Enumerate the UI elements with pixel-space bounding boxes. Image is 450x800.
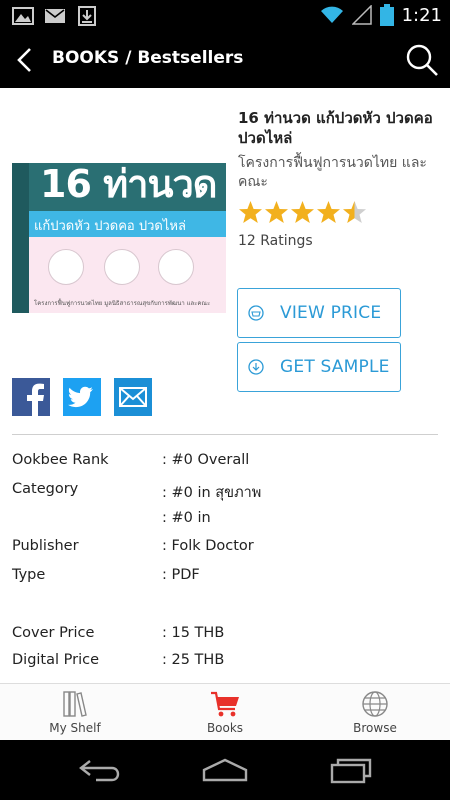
info-row-category-2: : #0 in <box>12 510 432 536</box>
info-row-digital-price: Digital Price : 25 THB <box>12 652 432 678</box>
ratings-count: 12 Ratings <box>238 233 313 249</box>
cover-side-strip <box>12 163 29 313</box>
globe-icon <box>362 691 388 717</box>
digital-price-value: : 25 THB <box>162 652 225 668</box>
share-row <box>12 378 152 416</box>
info-row-type: Type : PDF <box>12 567 432 593</box>
battery-icon <box>379 4 394 26</box>
cover-illustration-2 <box>104 249 140 285</box>
tab-browse[interactable]: Browse <box>300 684 450 741</box>
type-label: Type <box>12 567 46 583</box>
info-row-publisher: Publisher : Folk Doctor <box>12 538 432 564</box>
download-circle-icon <box>248 359 264 375</box>
home-nav-icon[interactable] <box>200 756 250 784</box>
get-sample-button[interactable]: GET SAMPLE <box>237 342 401 392</box>
recents-nav-icon[interactable] <box>326 756 376 784</box>
star-icon <box>291 201 314 223</box>
system-navigation-bar <box>0 740 450 800</box>
view-price-button[interactable]: VIEW PRICE <box>237 288 401 338</box>
shelf-icon <box>63 691 87 717</box>
star-icon <box>239 201 262 223</box>
bottom-tab-bar: My Shelf Books Browse <box>0 683 450 740</box>
tab-browse-label: Browse <box>353 721 397 735</box>
digital-price-label: Digital Price <box>12 652 100 668</box>
page-title: BOOKS / Bestsellers <box>52 48 244 68</box>
download-icon <box>78 6 96 26</box>
cover-price-label: Cover Price <box>12 625 95 641</box>
back-arrow-icon[interactable] <box>12 46 38 74</box>
action-bar: BOOKS / Bestsellers <box>0 32 450 88</box>
rating-stars <box>238 200 367 224</box>
cover-subtitle: แก้ปวดหัว ปวดคอ ปวดไหล่ <box>34 219 186 234</box>
tab-books-label: Books <box>206 721 244 735</box>
cover-footer: โครงการฟื้นฟูการนวดไทย มูลนิธิสาธารณสุขก… <box>34 300 211 307</box>
book-cover[interactable]: 16 ท่านวด แก้ปวดหัว ปวดคอ ปวดไหล่ โครงกา… <box>12 163 226 313</box>
email-icon[interactable] <box>114 378 152 416</box>
category-value-2: : #0 in <box>162 510 211 526</box>
tab-my-shelf[interactable]: My Shelf <box>0 684 150 741</box>
info-row-category: Category : #0 in สุขภาพ <box>12 481 432 507</box>
info-row-rank: Ookbee Rank : #0 Overall <box>12 452 432 478</box>
cart-icon <box>211 691 239 717</box>
twitter-icon[interactable] <box>63 378 101 416</box>
status-bar: 1:21 <box>0 0 450 32</box>
type-value: : PDF <box>162 567 200 583</box>
info-row-cover-price: Cover Price : 15 THB <box>12 625 432 651</box>
publisher-label: Publisher <box>12 538 79 554</box>
category-label: Category <box>12 481 79 497</box>
facebook-icon[interactable] <box>12 378 50 416</box>
category-value-1: : #0 in สุขภาพ <box>162 485 262 501</box>
get-sample-label: GET SAMPLE <box>280 357 390 377</box>
system-icons: 1:21 <box>320 4 442 26</box>
tab-my-shelf-label: My Shelf <box>49 721 101 735</box>
cover-illustration-3 <box>158 249 194 285</box>
tab-books[interactable]: Books <box>150 684 300 741</box>
cover-illustration-1 <box>48 249 84 285</box>
rank-value: : #0 Overall <box>162 452 250 468</box>
basket-icon <box>248 305 264 321</box>
cover-title: 16 ท่านวด <box>40 163 217 206</box>
rank-label: Ookbee Rank <box>12 452 109 468</box>
view-price-label: VIEW PRICE <box>280 303 382 323</box>
divider <box>12 434 438 435</box>
publisher-value: : Folk Doctor <box>162 538 254 554</box>
book-title: 16 ท่านวด แก้ปวดหัว ปวดคอ ปวดไหล่ <box>238 109 433 148</box>
mail-icon <box>45 9 65 23</box>
back-nav-icon[interactable] <box>76 756 126 784</box>
signal-icon <box>351 5 372 25</box>
book-author: โครงการฟื้นฟูการนวดไทย และคณะ <box>238 155 427 190</box>
wifi-icon <box>320 6 343 23</box>
star-icon <box>317 201 340 223</box>
star-icon <box>265 201 288 223</box>
cover-price-value: : 15 THB <box>162 625 225 641</box>
search-icon[interactable] <box>404 42 440 78</box>
notification-icons <box>12 6 98 26</box>
image-icon <box>12 7 34 25</box>
clock: 1:21 <box>401 4 442 26</box>
star-icon <box>343 201 366 223</box>
book-detail: 16 ท่านวด แก้ปวดหัว ปวดคอ ปวดไหล่ โครงกา… <box>0 88 450 683</box>
